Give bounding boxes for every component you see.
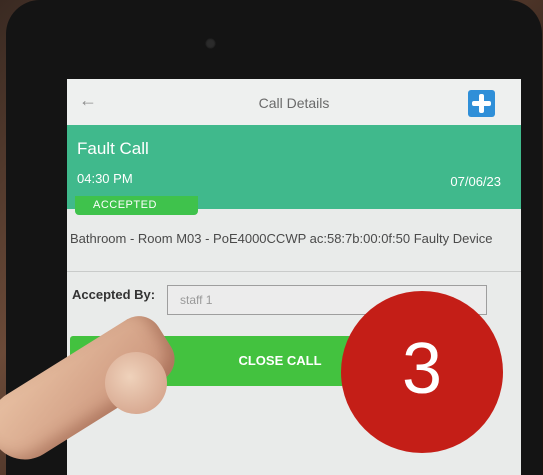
finger-tip	[105, 352, 167, 414]
call-description: Bathroom - Room M03 - PoE4000CCWP ac:58:…	[70, 231, 493, 246]
call-date: 07/06/23	[450, 174, 501, 189]
step-number: 3	[401, 329, 443, 409]
divider	[67, 271, 521, 272]
front-camera	[205, 38, 216, 49]
page-title: Call Details	[258, 95, 330, 111]
status-badge-label: ACCEPTED	[93, 199, 157, 211]
step-marker: 3	[341, 291, 503, 453]
app-bar: ← Call Details	[67, 79, 521, 125]
medical-cross-logo-icon	[468, 90, 495, 117]
status-badge: ACCEPTED	[75, 196, 198, 215]
accepted-by-label: Accepted By:	[72, 287, 156, 302]
call-time: 04:30 PM	[77, 171, 133, 186]
call-type: Fault Call	[77, 139, 149, 158]
